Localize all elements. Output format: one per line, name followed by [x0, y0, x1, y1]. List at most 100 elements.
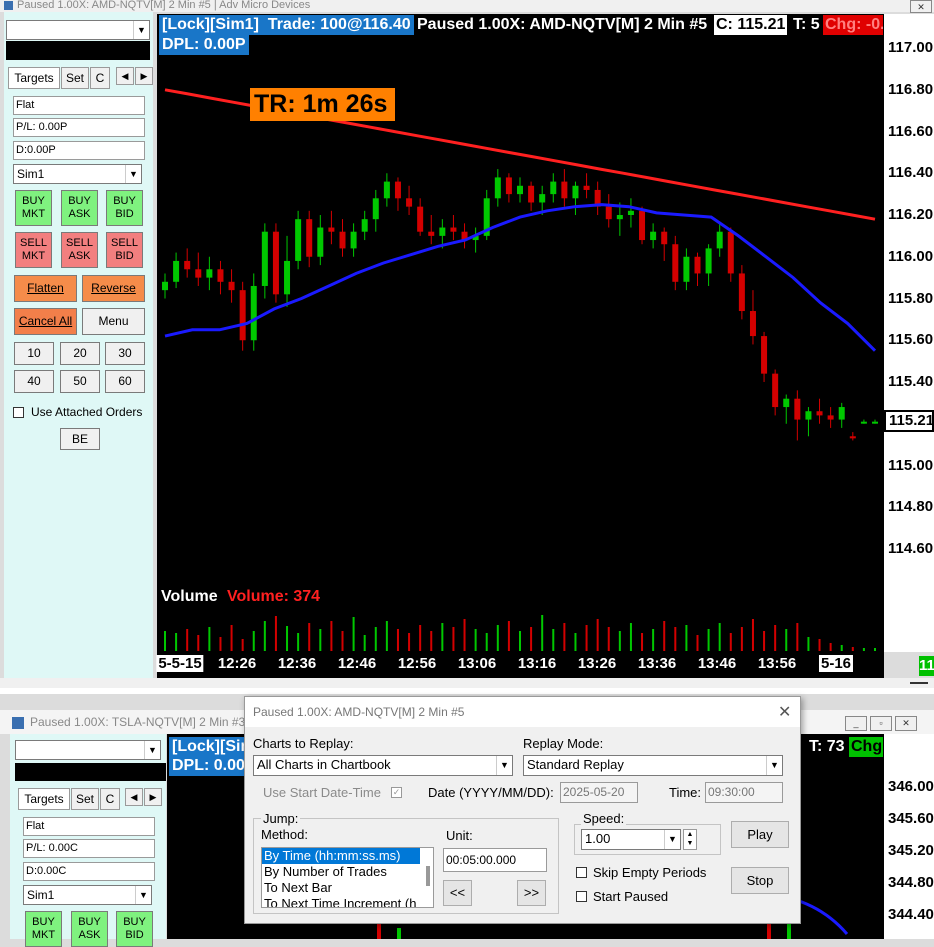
qty-40-button[interactable]: 40 [14, 370, 54, 393]
daily-pl-field: D:0.00P [13, 141, 145, 160]
x-tick-label: 13:36 [637, 655, 677, 672]
candle-body [162, 281, 168, 291]
spin-down-icon[interactable]: ▼ [684, 839, 696, 848]
use-start-datetime-checkbox[interactable]: ✓ [391, 787, 402, 798]
close-icon[interactable]: ✕ [895, 716, 917, 731]
qty-20-button[interactable]: 20 [60, 342, 100, 365]
window-separator [0, 688, 934, 694]
method-option[interactable]: To Next Bar [264, 880, 332, 896]
sell-market-button[interactable]: SELL MKT [15, 232, 52, 268]
volume-bar [164, 631, 166, 651]
bottom-buy-ask-button[interactable]: BUY ASK [71, 911, 108, 947]
tab-c[interactable]: C [90, 67, 110, 89]
bottom-symbol-combo[interactable]: ▼ [15, 740, 161, 760]
date-input[interactable]: 2025-05-20 [560, 782, 638, 803]
dialog-close-icon[interactable]: ✕ [778, 702, 791, 722]
timer-remaining-label: TR: 1m 26s [250, 88, 396, 121]
minimize-bar-icon[interactable] [910, 682, 928, 684]
bottom-buy-market-button[interactable]: BUY MKT [25, 911, 62, 947]
replay-mode-select[interactable]: Standard Replay ▼ [523, 755, 783, 776]
bottom-daily-pl-field: D:0.00C [23, 862, 155, 881]
minimize-icon[interactable]: _ [845, 716, 867, 731]
candle-body [361, 219, 368, 232]
qty-50-button[interactable]: 50 [60, 370, 100, 393]
reverse-button[interactable]: Reverse [82, 275, 145, 302]
status-bar [6, 41, 150, 60]
sell-ask-button[interactable]: SELL ASK [61, 232, 98, 268]
play-button[interactable]: Play [731, 821, 789, 848]
volume-bar [807, 637, 810, 651]
account-combo[interactable]: Sim1 ▼ [13, 164, 142, 184]
bottom-tab-set[interactable]: Set [71, 788, 99, 810]
bottom-buy-bid-button[interactable]: BUY BID [116, 911, 153, 947]
list-scrollbar[interactable] [426, 866, 430, 886]
time-input[interactable]: 09:30:00 [705, 782, 783, 803]
top-window-titlebar[interactable]: Paused 1.00X: AMD-NQTV[M] 2 Min #5 | Adv… [0, 0, 934, 12]
candle-body [761, 336, 768, 374]
x-tick-label: 13:26 [577, 655, 617, 672]
x-tick-label: 13:06 [457, 655, 497, 672]
method-option[interactable]: To Next Time Increment (h [264, 896, 416, 907]
candle-body [339, 231, 346, 249]
tab-scroll-left-icon[interactable]: ◀ [116, 67, 134, 85]
bottom-tab-targets[interactable]: Targets [18, 788, 70, 810]
speed-spinner[interactable]: ▲ ▼ [683, 829, 697, 850]
jump-back-button[interactable]: << [443, 880, 472, 906]
charts-to-replay-select[interactable]: All Charts in Chartbook ▼ [253, 755, 513, 776]
tab-set[interactable]: Set [61, 67, 89, 89]
symbol-combo[interactable]: ▼ [6, 20, 150, 40]
volume-bar [419, 625, 422, 651]
jump-label: Jump: [261, 811, 301, 826]
bottom-account-combo[interactable]: Sim1 ▼ [23, 885, 152, 905]
speed-select[interactable]: 1.00 ▼ [581, 829, 681, 850]
bottom-y-tick: 344.40 [888, 906, 934, 923]
volume-bar [385, 621, 388, 651]
pl-field: P/L: 0.00P [13, 118, 145, 137]
qty-10-button[interactable]: 10 [14, 342, 54, 365]
buy-market-button[interactable]: BUY MKT [15, 190, 52, 226]
volume-bar [507, 621, 510, 651]
candle-body [583, 185, 590, 190]
qty-60-button[interactable]: 60 [105, 370, 145, 393]
method-option-selected[interactable]: By Time (hh:mm:ss.ms) [262, 848, 420, 864]
paused-label: Paused 1.00X: AMD-NQTV[M] 2 Min #5 [417, 16, 708, 33]
qty-30-button[interactable]: 30 [105, 342, 145, 365]
be-button[interactable]: BE [60, 428, 100, 450]
jump-forward-button[interactable]: >> [517, 880, 546, 906]
start-paused-checkbox[interactable] [576, 891, 587, 902]
candle-body [805, 411, 812, 420]
volume-bar [740, 627, 743, 651]
flatten-button[interactable]: Flatten [14, 275, 77, 302]
x-tick-label: 5-16 [818, 655, 854, 672]
menu-button[interactable]: Menu [82, 308, 145, 335]
volume-bar [596, 619, 599, 651]
spin-up-icon[interactable]: ▲ [684, 830, 696, 839]
candle-body [439, 227, 446, 236]
skip-empty-checkbox[interactable] [576, 867, 587, 878]
sell-bid-button[interactable]: SELL BID [106, 232, 143, 268]
tab-scroll-right-icon[interactable]: ▶ [135, 67, 153, 85]
method-list[interactable]: By Time (hh:mm:ss.ms) By Number of Trade… [261, 847, 434, 908]
buy-ask-button[interactable]: BUY ASK [61, 190, 98, 226]
stop-button[interactable]: Stop [731, 867, 789, 894]
volume-bar [341, 631, 344, 651]
bottom-y-tick: 346.00 [888, 778, 934, 795]
volume-bar [396, 629, 399, 651]
bottom-tab-scroll-right-icon[interactable]: ▶ [144, 788, 162, 806]
close-window-icon[interactable]: ✕ [910, 0, 932, 13]
bottom-tab-scroll-left-icon[interactable]: ◀ [125, 788, 143, 806]
maximize-icon[interactable]: ▫ [870, 716, 892, 731]
volume-bar [263, 621, 266, 651]
dialog-titlebar[interactable]: Paused 1.00X: AMD-NQTV[M] 2 Min #5 ✕ [245, 697, 800, 727]
candle-body [239, 290, 246, 341]
replay-dialog: Paused 1.00X: AMD-NQTV[M] 2 Min #5 ✕ Cha… [244, 696, 801, 924]
buy-bid-button[interactable]: BUY BID [106, 190, 143, 226]
candle-body [450, 227, 457, 232]
tab-targets[interactable]: Targets [8, 67, 60, 89]
unit-input[interactable]: 00:05:00.000 [443, 848, 547, 872]
bottom-tab-c[interactable]: C [100, 788, 120, 810]
trade-count-label: T: 5 [793, 16, 820, 33]
method-option[interactable]: By Number of Trades [264, 864, 387, 880]
use-attached-orders-checkbox[interactable] [13, 407, 24, 418]
cancel-all-button[interactable]: Cancel All [14, 308, 77, 335]
